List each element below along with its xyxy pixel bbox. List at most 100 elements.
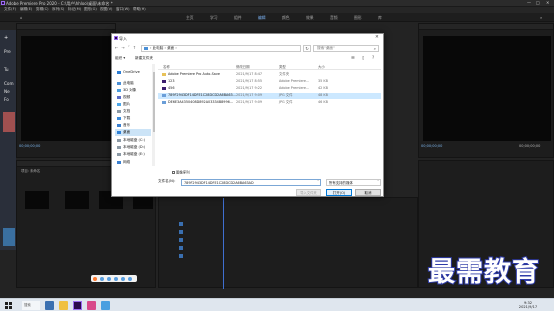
column-date[interactable]: 修改日期 <box>236 65 250 69</box>
filename-input[interactable]: 789F2943DF14DFE1C28DCD2A6BA63AD ˅ <box>181 179 321 186</box>
image-sequence-checkbox[interactable]: 图像序列 <box>172 171 190 175</box>
nav-item[interactable]: 本地磁盘 (D:) <box>115 144 151 151</box>
file-row[interactable]: Adobe Premiere Pro Auto-Save 2021/9/17 8:… <box>158 72 381 78</box>
up-arrow-icon[interactable]: ↑ <box>133 46 136 50</box>
menu-view[interactable]: 视图(V) <box>100 7 112 12</box>
home-icon[interactable]: ⌂ <box>20 16 22 20</box>
menu-edit[interactable]: 编辑(E) <box>20 7 32 12</box>
search-icon[interactable]: ⌕ <box>540 16 542 20</box>
column-name[interactable]: 名称 <box>163 65 170 69</box>
documents-icon <box>117 109 121 113</box>
workspace-tab-editing[interactable]: 编辑 <box>258 16 266 20</box>
nav-scrollbar[interactable] <box>152 64 155 166</box>
search-input[interactable]: 搜索"桌面" ⌕ <box>313 45 379 52</box>
media-thumbnail[interactable] <box>65 191 89 209</box>
app-taskbar-icon[interactable] <box>101 301 110 310</box>
playhead[interactable] <box>223 198 224 289</box>
back-arrow-icon[interactable]: ← <box>115 46 118 50</box>
file-explorer-icon[interactable] <box>59 301 68 310</box>
recent-dropdown-icon[interactable]: ˅ <box>128 46 130 50</box>
file-row[interactable]: 789F2943DF14DFE1C28DCD2A6BA63... 2021/9/1… <box>158 93 381 99</box>
track-toggle-icon[interactable] <box>179 230 183 234</box>
open-button[interactable]: 打开(O) <box>326 189 352 196</box>
nav-item-label: 此电脑 <box>123 80 134 85</box>
file-row[interactable]: DE6E3A4350408D892A03334B8996... 2021/9/17… <box>158 100 381 106</box>
taskbar-search[interactable]: 搜索 <box>22 301 40 310</box>
edge-browser-icon[interactable] <box>45 301 54 310</box>
nav-item[interactable]: 网络 <box>115 159 151 166</box>
workspace-tab-color[interactable]: 颜色 <box>282 16 290 20</box>
nav-item[interactable]: 文档 <box>115 108 151 115</box>
view-options-icon[interactable]: ☰ <box>351 55 355 60</box>
app-taskbar-icon[interactable] <box>87 301 96 310</box>
floating-toolbar[interactable] <box>91 275 137 282</box>
widget-icon[interactable] <box>100 276 104 281</box>
refresh-icon[interactable]: ↻ <box>303 45 311 52</box>
track-toggle-icon[interactable] <box>179 254 183 258</box>
track-toggle-icon[interactable] <box>179 238 183 242</box>
menu-help[interactable]: 帮助(H) <box>133 7 146 12</box>
track-toggle-icon[interactable] <box>179 222 183 226</box>
drive-icon <box>117 138 121 142</box>
workspace-tab-audio[interactable]: 音频 <box>330 16 338 20</box>
nav-item-label: 桌面 <box>123 129 131 134</box>
widget-icon[interactable] <box>107 276 111 281</box>
preview-pane-icon[interactable]: ▯ <box>362 55 364 60</box>
file-row[interactable]: 123 2021/9/17 8:55 Adobe Premiere... 35 KB <box>158 79 381 85</box>
minimize-button[interactable]: — <box>527 1 531 5</box>
widget-icon[interactable] <box>114 276 118 281</box>
dialog-title: 导入 <box>119 35 127 41</box>
nav-item[interactable]: 下载 <box>115 115 151 122</box>
dialog-close-icon[interactable]: ✕ <box>375 35 379 41</box>
new-folder-button[interactable]: 新建文件夹 <box>135 56 153 61</box>
checkbox-box[interactable] <box>172 171 175 174</box>
premiere-taskbar-icon[interactable] <box>73 301 82 310</box>
filetype-select[interactable]: 所有支持的媒体 ˅ <box>326 179 381 186</box>
track-toggle-icon[interactable] <box>179 246 183 250</box>
widget-icon[interactable] <box>93 276 97 281</box>
workspace-tab-home[interactable]: 主页 <box>186 16 194 20</box>
nav-item[interactable]: 音乐 <box>115 122 151 129</box>
network-icon <box>117 160 121 164</box>
maximize-button[interactable]: □ <box>536 1 540 5</box>
nav-item[interactable]: 视频 <box>115 94 151 101</box>
nav-item[interactable]: OneDrive <box>115 69 151 76</box>
column-size[interactable]: 大小 <box>318 65 325 69</box>
nav-item[interactable]: 本地磁盘 (E:) <box>115 151 151 158</box>
menu-window[interactable]: 窗口(W) <box>116 7 130 12</box>
column-type[interactable]: 类型 <box>279 65 286 69</box>
import-folder-button[interactable]: 导入文件夹 <box>296 189 321 196</box>
menu-sequence[interactable]: 序列(S) <box>52 7 64 12</box>
start-icon[interactable] <box>4 301 13 310</box>
nav-item[interactable]: 此电脑 <box>115 80 151 87</box>
learn-thumbnail[interactable] <box>3 228 15 246</box>
chevron-down-icon[interactable]: ˅ <box>317 180 319 184</box>
workspace-tab-effects[interactable]: 效果 <box>306 16 314 20</box>
menu-graphics[interactable]: 图形(G) <box>84 7 97 12</box>
workspace-tab-learn[interactable]: 学习 <box>210 16 218 20</box>
workspace-tab-graphics[interactable]: 图形 <box>354 16 362 20</box>
workspace-tab-assembly[interactable]: 组件 <box>234 16 242 20</box>
file-row[interactable]: 456 2021/9/17 9:22 Adobe Premiere... 42 KB <box>158 86 381 92</box>
widget-icon[interactable] <box>128 276 132 281</box>
nav-item[interactable]: 本地磁盘 (C:) <box>115 137 151 144</box>
workspace-bar: ⌂ 主页 学习 组件 编辑 颜色 效果 音频 图形 库 ⌕ <box>0 13 554 22</box>
menu-marker[interactable]: 标记(M) <box>68 7 81 12</box>
clock[interactable]: 9:32 2021/9/17 <box>513 301 543 310</box>
menu-file[interactable]: 文件(F) <box>4 7 16 12</box>
workspace-tab-libraries[interactable]: 库 <box>378 16 382 20</box>
menu-clip[interactable]: 剪辑(C) <box>36 7 49 12</box>
learn-thumbnail[interactable] <box>3 112 15 132</box>
cancel-button[interactable]: 取消 <box>355 189 381 196</box>
address-bar[interactable]: › 此电脑 › 桌面 › <box>141 45 301 52</box>
media-thumbnail[interactable] <box>25 191 49 209</box>
chevron-down-icon[interactable]: ˅ <box>377 180 379 184</box>
nav-item[interactable]: 3D 对象 <box>115 87 151 94</box>
help-icon[interactable]: ? <box>372 55 374 60</box>
nav-item[interactable]: 桌面 <box>115 129 151 136</box>
nav-item[interactable]: 图片 <box>115 101 151 108</box>
organize-button[interactable]: 组织 ▾ <box>115 56 125 61</box>
forward-arrow-icon[interactable]: → <box>121 46 124 50</box>
close-button[interactable]: ✕ <box>546 1 549 5</box>
widget-icon[interactable] <box>121 276 125 281</box>
